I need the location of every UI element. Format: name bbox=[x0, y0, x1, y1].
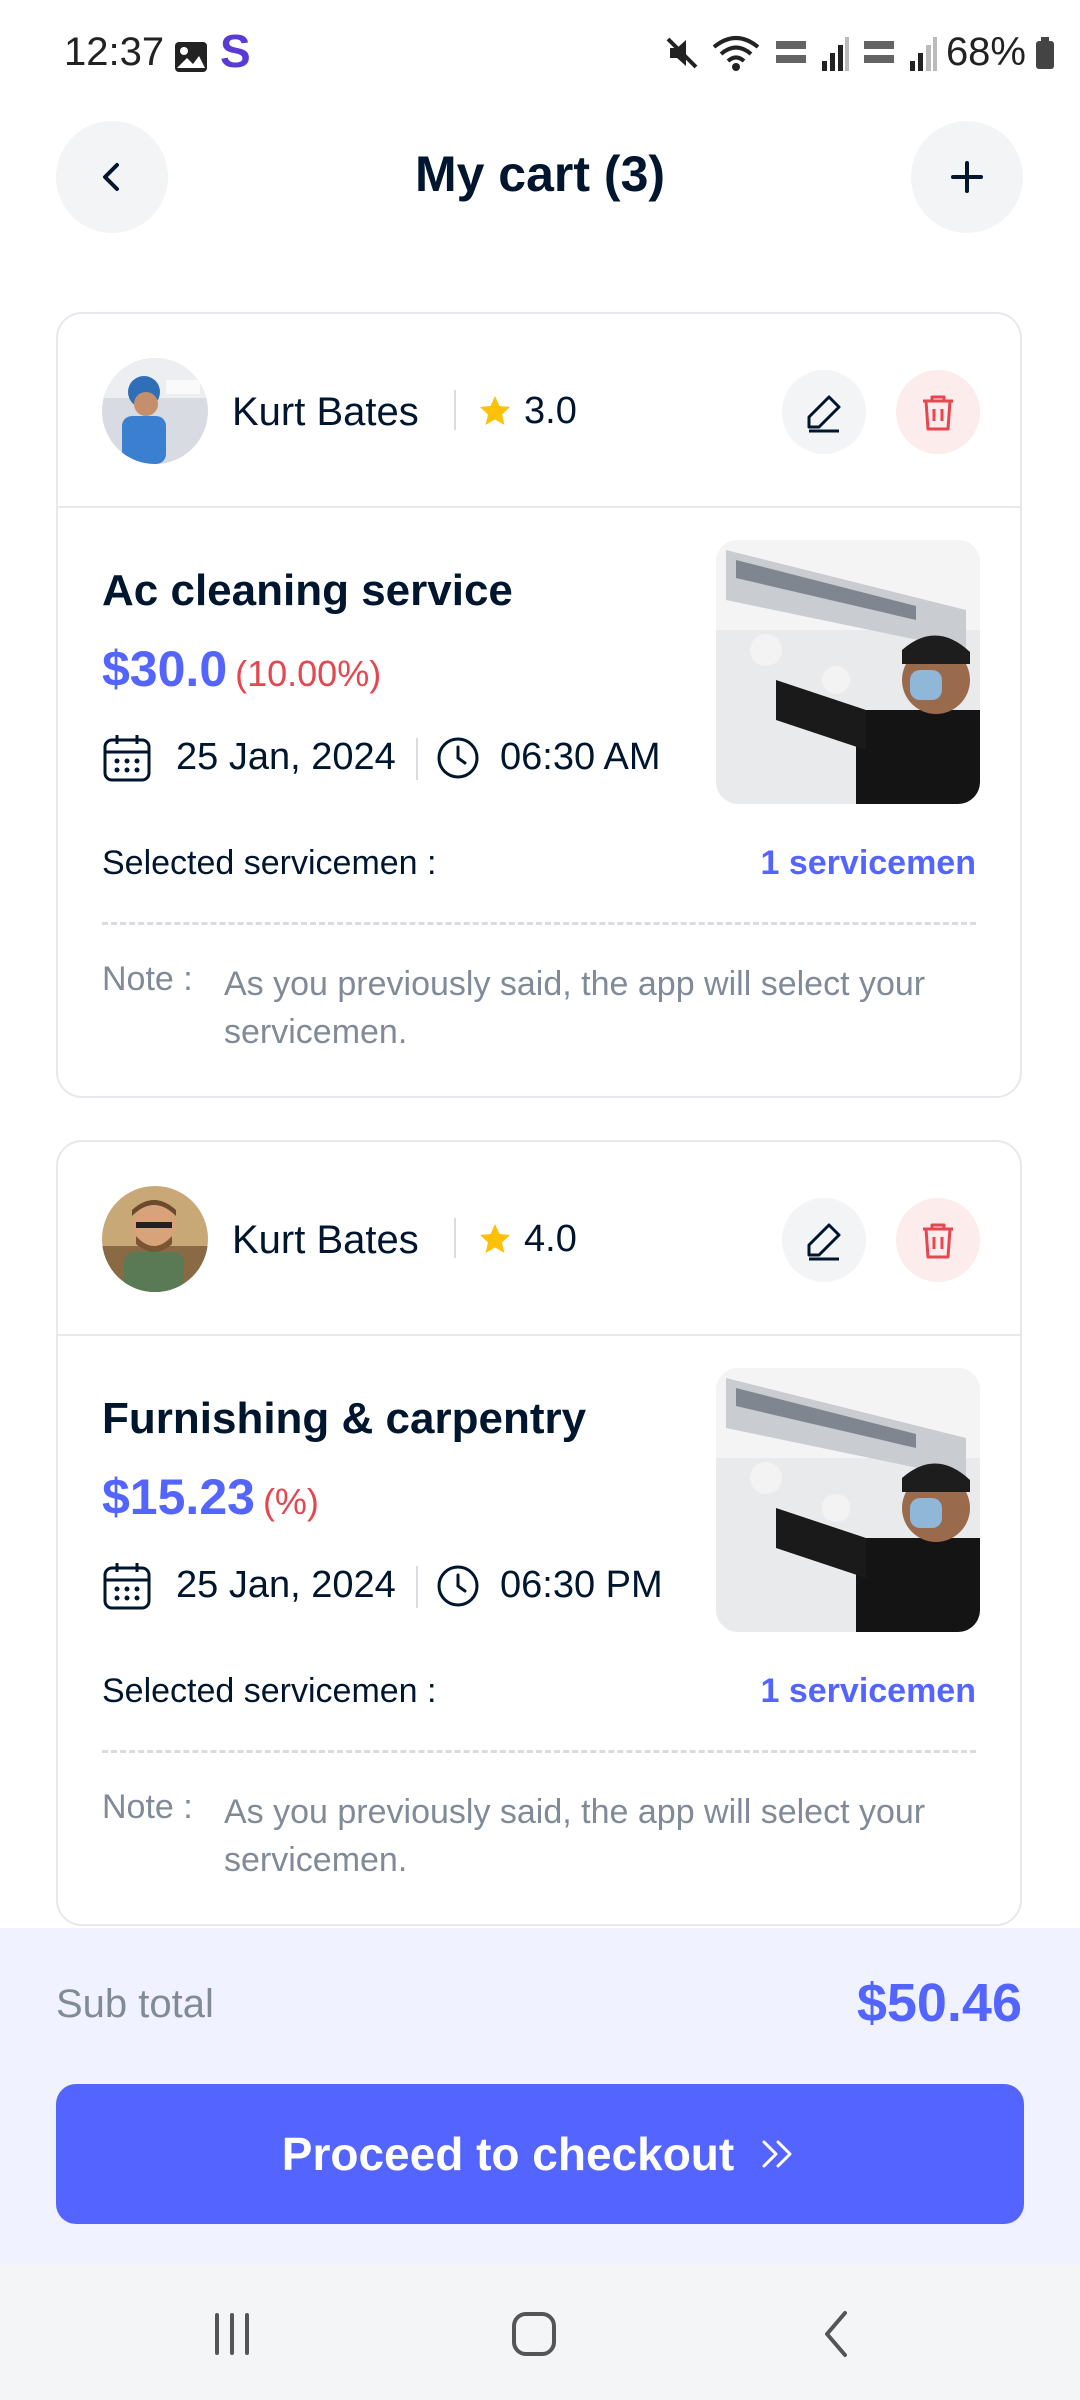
service-time: 06:30 AM bbox=[500, 736, 661, 778]
calendar-icon bbox=[103, 735, 151, 782]
cart-item: Kurt Bates 3.0 Ac cleaning service $30.0… bbox=[56, 312, 1022, 1098]
add-button[interactable] bbox=[911, 121, 1023, 233]
selected-servicemen-link[interactable]: 1 servicemen bbox=[761, 844, 977, 883]
star-icon bbox=[480, 396, 510, 425]
service-date: 25 Jan, 2024 bbox=[176, 1564, 396, 1606]
clock-icon bbox=[437, 1565, 479, 1607]
subtotal-label: Sub total bbox=[56, 1982, 214, 2026]
edit-button[interactable] bbox=[782, 1198, 866, 1282]
battery-icon bbox=[1036, 36, 1054, 69]
recent-apps-button[interactable] bbox=[192, 2294, 272, 2374]
service-time: 06:30 PM bbox=[500, 1564, 663, 1606]
home-icon bbox=[512, 2312, 556, 2356]
dashed-divider bbox=[102, 922, 976, 925]
back-arrow-icon bbox=[825, 2311, 847, 2357]
trash-icon bbox=[923, 1223, 953, 1259]
gallery-icon bbox=[175, 42, 207, 72]
system-nav-bar bbox=[0, 2264, 1080, 2400]
recent-apps-icon bbox=[215, 2313, 249, 2355]
provider-name: Kurt Bates bbox=[232, 1218, 419, 1262]
star-icon bbox=[480, 1224, 510, 1253]
discount-percent: (10.00%) bbox=[235, 653, 382, 694]
note-text: As you previously said, the app will sel… bbox=[224, 1793, 926, 1879]
divider bbox=[454, 390, 456, 430]
provider-rating: 4.0 bbox=[524, 1218, 577, 1260]
signal2-icon bbox=[909, 36, 937, 71]
service-price: $15.23 (%) bbox=[102, 1468, 319, 1526]
status-bar: 12:37 S 68% bbox=[0, 0, 1080, 120]
note-label: Note : bbox=[102, 960, 193, 998]
provider-name: Kurt Bates bbox=[232, 390, 419, 434]
system-back-button[interactable] bbox=[798, 2294, 878, 2374]
status-time: 12:37 bbox=[64, 30, 165, 74]
app-s-icon: S bbox=[220, 25, 251, 77]
plus-icon bbox=[951, 161, 983, 193]
price-amount: $30.0 bbox=[102, 641, 228, 697]
avatar bbox=[102, 1186, 208, 1292]
provider-header: Kurt Bates 4.0 bbox=[58, 1142, 1020, 1336]
subtotal-value: $50.46 bbox=[856, 1973, 1022, 2033]
discount-percent: (%) bbox=[262, 1481, 319, 1522]
price-amount: $15.23 bbox=[102, 1469, 255, 1525]
delete-button[interactable] bbox=[896, 1198, 980, 1282]
mute-icon bbox=[666, 37, 698, 68]
delete-button[interactable] bbox=[896, 370, 980, 454]
trash-icon bbox=[923, 395, 953, 431]
lte2-icon bbox=[863, 40, 894, 63]
pencil-icon bbox=[807, 1223, 841, 1261]
double-chevron-right-icon bbox=[762, 2140, 792, 2168]
status-right: 68% bbox=[662, 30, 1056, 75]
provider-rating: 3.0 bbox=[524, 390, 577, 432]
signal1-icon bbox=[821, 36, 849, 71]
selected-servicemen-label: Selected servicemen : bbox=[102, 1672, 437, 1710]
avatar bbox=[102, 358, 208, 464]
note-text: As you previously said, the app will sel… bbox=[224, 965, 926, 1051]
edit-button[interactable] bbox=[782, 370, 866, 454]
service-price: $30.0 (10.00%) bbox=[102, 640, 381, 698]
provider-header: Kurt Bates 3.0 bbox=[58, 314, 1020, 508]
service-title: Furnishing & carpentry bbox=[102, 1394, 587, 1443]
battery-level: 68% bbox=[945, 30, 1026, 74]
service-image bbox=[716, 540, 980, 804]
lte1-icon bbox=[775, 40, 806, 63]
proceed-to-checkout-button[interactable]: Proceed to checkout bbox=[56, 2084, 1024, 2224]
wifi-icon bbox=[712, 35, 760, 71]
divider bbox=[416, 1566, 418, 1608]
dashed-divider bbox=[102, 1750, 976, 1753]
divider bbox=[454, 1218, 456, 1258]
checkout-panel: Sub total $50.46 Proceed to checkout bbox=[0, 1928, 1080, 2264]
home-button[interactable] bbox=[494, 2294, 574, 2374]
calendar-icon bbox=[103, 1563, 151, 1610]
selected-servicemen-label: Selected servicemen : bbox=[102, 844, 437, 882]
note-label: Note : bbox=[102, 1788, 193, 1826]
pencil-icon bbox=[807, 395, 841, 433]
selected-servicemen-link[interactable]: 1 servicemen bbox=[761, 1672, 977, 1711]
clock-icon bbox=[437, 737, 479, 779]
service-title: Ac cleaning service bbox=[102, 566, 513, 615]
divider bbox=[416, 738, 418, 780]
service-image bbox=[716, 1368, 980, 1632]
cart-item: Kurt Bates 4.0 Furnishing & carpentry $1… bbox=[56, 1140, 1022, 1926]
checkout-label: Proceed to checkout bbox=[281, 2128, 735, 2180]
service-date: 25 Jan, 2024 bbox=[176, 736, 396, 778]
